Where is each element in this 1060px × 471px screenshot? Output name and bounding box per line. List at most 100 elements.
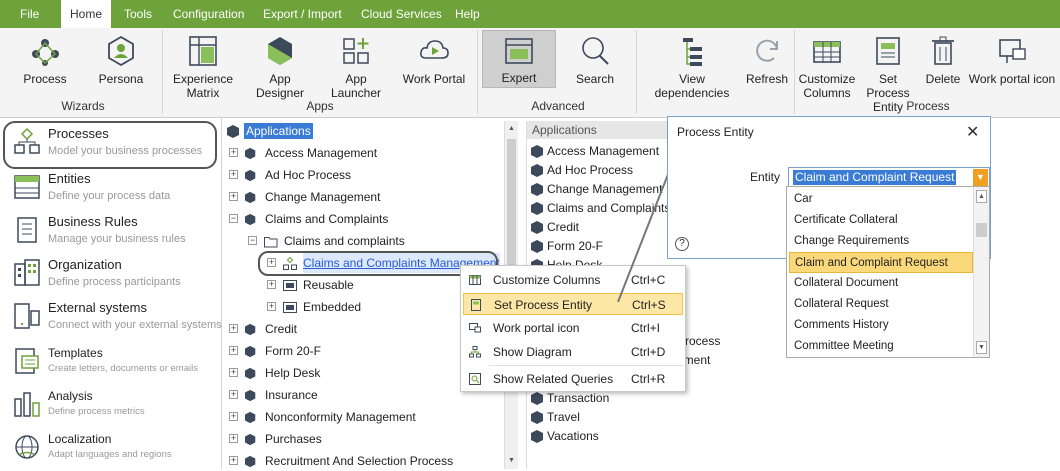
menu-configuration[interactable]: Configuration (173, 0, 244, 28)
sidebar-item-organization[interactable]: Organization Define process participants (0, 252, 222, 295)
matrix-icon (189, 36, 217, 66)
app-hex-icon (245, 345, 256, 358)
process-button[interactable]: Process (14, 30, 76, 98)
ribbon-separator (636, 30, 637, 114)
process-entity-icon (471, 299, 481, 311)
expand-icon[interactable]: + (229, 192, 238, 201)
search-button[interactable]: Search (566, 30, 624, 98)
persona-label: Persona (98, 72, 144, 86)
templates-icon (15, 348, 39, 374)
set-process-entity-button[interactable]: Set Process Entity (858, 30, 918, 114)
dropdown-option[interactable]: Change Requirements (789, 231, 973, 252)
sidebar-item-business-rules[interactable]: Business Rules Manage your business rule… (0, 209, 222, 252)
collapse-icon[interactable]: − (229, 214, 238, 223)
dropdown-option[interactable]: Car (789, 189, 973, 210)
scroll-down-icon[interactable]: ▼ (976, 341, 987, 354)
persona-button[interactable]: Persona (92, 30, 150, 98)
ctx-show-diagram[interactable]: Show Diagram Ctrl+D (463, 341, 683, 363)
work-portal-icon-button[interactable]: Work portal icon (966, 30, 1058, 98)
dropdown-option[interactable]: Certificate Collateral (789, 210, 973, 231)
expand-icon[interactable]: + (229, 412, 238, 421)
delete-button[interactable]: Delete (922, 30, 964, 98)
expand-icon[interactable]: + (229, 368, 238, 377)
subprocess-icon (283, 302, 297, 313)
refresh-button[interactable]: Refresh (744, 30, 790, 98)
process-wizard-icon (32, 39, 59, 66)
sidebar-item-entities[interactable]: Entities Define your process data (0, 166, 222, 209)
chevron-down-icon[interactable]: ▼ (973, 169, 988, 186)
tree-item-label: Form 20-F (265, 344, 322, 358)
expert-button[interactable]: Expert (482, 30, 556, 88)
sidebar-item-templates[interactable]: Templates Create letters, documents or e… (0, 340, 222, 383)
menu-file[interactable]: File (20, 0, 39, 28)
collapse-icon[interactable]: − (248, 236, 257, 245)
app-hex-icon (227, 125, 239, 138)
dropdown-scrollbar[interactable]: ▲ ▼ (973, 187, 989, 357)
tree-item-label: Purchases (265, 432, 322, 446)
expand-icon[interactable]: + (229, 324, 238, 333)
expand-icon[interactable]: + (229, 170, 238, 179)
dropdown-option[interactable]: Claim and Complaint Request (789, 252, 973, 273)
app-hex-icon (531, 202, 543, 215)
ctx-shortcut: Ctrl+R (631, 372, 666, 386)
expand-icon[interactable]: + (229, 434, 238, 443)
group-wizards: Wizards (61, 99, 105, 113)
menu-tools[interactable]: Tools (124, 0, 152, 28)
expand-icon[interactable]: + (229, 456, 238, 465)
menu-cloud-services[interactable]: Cloud Services (361, 0, 442, 28)
sidebar-item-localization[interactable]: Localization Adapt languages and regions (0, 426, 222, 469)
entity-combobox[interactable]: Claim and Complaint Request ▼ (788, 167, 990, 188)
expand-icon[interactable]: + (229, 346, 238, 355)
tree-item-label: Claims and Complaints (265, 212, 389, 226)
panel-list-item-label: Form 20-F (547, 239, 604, 253)
work-portal-label: Work Portal (402, 72, 466, 86)
ribbon-separator (794, 30, 795, 114)
scroll-down-icon[interactable]: ▼ (508, 457, 515, 464)
menu-home[interactable]: Home (61, 0, 111, 28)
customize-columns-button[interactable]: Customize Columns (798, 30, 856, 100)
ctx-label: Set Process Entity (494, 298, 593, 312)
expert-icon (505, 38, 533, 64)
experience-matrix-button[interactable]: Experience Matrix (170, 30, 236, 100)
menu-bar: File Home Tools Configuration Export / I… (0, 0, 1060, 28)
scroll-up-icon[interactable]: ▲ (508, 125, 515, 132)
view-dependencies-button[interactable]: View dependencies (642, 30, 742, 100)
app-launcher-button[interactable]: App Launcher (320, 30, 392, 100)
dropdown-option[interactable]: Comments History (789, 315, 973, 336)
expand-icon[interactable]: + (267, 302, 276, 311)
portal-icon-icon (999, 39, 1026, 63)
expand-icon[interactable]: + (229, 390, 238, 399)
menu-help[interactable]: Help (455, 0, 480, 28)
dropdown-option[interactable]: Committee Meeting (789, 336, 973, 357)
tree-item-label: Insurance (265, 388, 318, 402)
app-hex-icon (531, 392, 543, 405)
panel-list-item-label: Vacations (547, 429, 599, 443)
tree-item-label: Reusable (303, 278, 354, 292)
sidebar-item-analysis[interactable]: Analysis Define process metrics (0, 383, 222, 426)
ctx-show-related-queries[interactable]: Show Related Queries Ctrl+R (463, 368, 683, 390)
app-hex-icon (531, 183, 543, 196)
folder-icon (264, 237, 278, 248)
sidebar-item-title: Business Rules (48, 214, 138, 229)
help-icon[interactable]: ? (675, 237, 689, 251)
group-process: Process (906, 99, 950, 113)
ctx-work-portal-icon[interactable]: Work portal icon Ctrl+I (463, 317, 683, 339)
dropdown-option[interactable]: Collateral Document (789, 273, 973, 294)
refresh-label: Refresh (745, 72, 789, 86)
dropdown-option[interactable]: Collateral Request (789, 294, 973, 315)
scroll-thumb[interactable] (976, 223, 987, 237)
scroll-up-icon[interactable]: ▲ (976, 190, 987, 203)
app-hex-icon (245, 169, 256, 182)
app-designer-button[interactable]: App Designer (244, 30, 316, 100)
menu-export-import[interactable]: Export / Import (263, 0, 342, 28)
processes-highlight-ring (3, 121, 217, 169)
search-label: Search (575, 72, 615, 86)
tree-item-label: Access Management (265, 146, 378, 160)
expand-icon[interactable]: + (229, 148, 238, 157)
close-icon[interactable]: ✕ (966, 122, 979, 142)
sidebar-item-external-systems[interactable]: External systems Connect with your exter… (0, 295, 222, 338)
delete-label: Delete (925, 72, 961, 86)
expand-icon[interactable]: + (267, 280, 276, 289)
work-portal-button[interactable]: Work Portal (400, 30, 468, 98)
ctx-label: Show Diagram (493, 345, 572, 359)
